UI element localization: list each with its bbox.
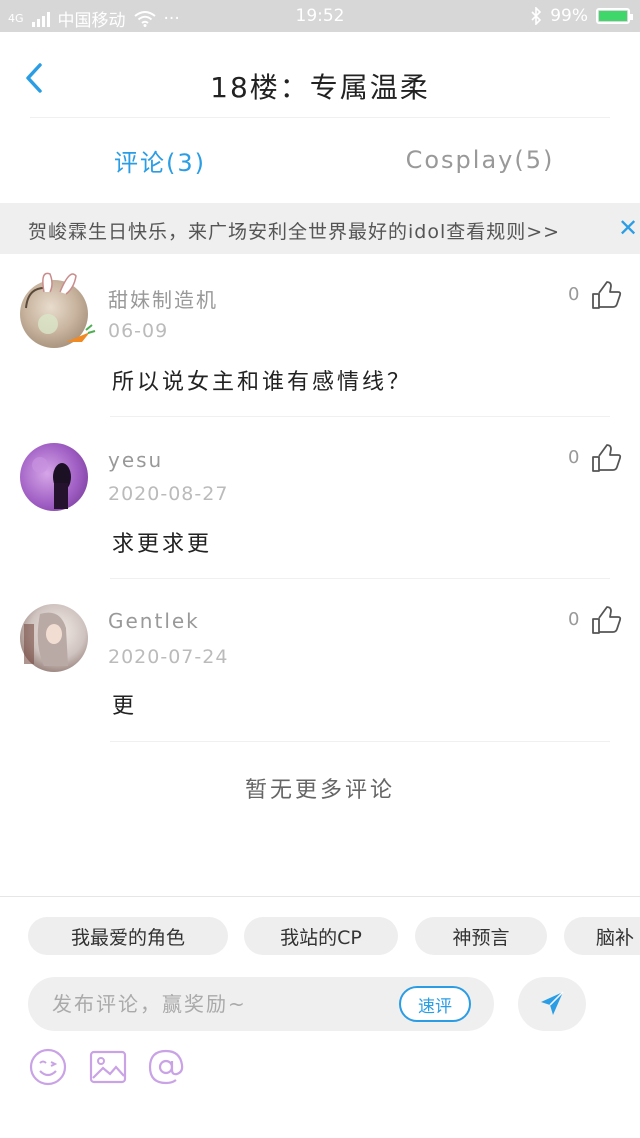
comment-body: 求更求更: [112, 532, 213, 557]
comment-item: Gentlek 2020-07-24 更 0: [0, 579, 640, 742]
battery-icon: [596, 8, 633, 24]
bluetooth-icon: [531, 7, 542, 25]
notice-text[interactable]: 贺峻霖生日快乐，来广场安利全世界最好的idol查看规则>>: [28, 217, 608, 244]
no-more-comments: 暂无更多评论: [244, 778, 395, 803]
comment-item: yesu 2020-08-27 求更求更 0: [0, 416, 640, 579]
thumbs-up-icon[interactable]: [590, 280, 622, 312]
like-count: 0: [568, 447, 580, 468]
comment-author[interactable]: 甜妹制造机: [108, 284, 218, 313]
topic-chip[interactable]: 我站的CP: [244, 917, 398, 955]
comment-date: 2020-08-27: [108, 483, 229, 505]
battery-percent: 99%: [550, 6, 588, 26]
topic-chip[interactable]: 神预言: [415, 917, 547, 955]
tab-cosplay[interactable]: Cosplay(5): [320, 118, 640, 202]
comment-body: 所以说女主和谁有感情线？: [112, 370, 413, 395]
avatar-figure: [24, 612, 68, 666]
avatar[interactable]: [20, 272, 96, 348]
comment-input[interactable]: [52, 977, 392, 1031]
avatar[interactable]: [20, 604, 88, 672]
like-count: 0: [568, 609, 580, 630]
page-header: 18楼：专属温柔: [0, 32, 640, 118]
like-count: 0: [568, 284, 580, 305]
close-icon[interactable]: ✕: [618, 214, 640, 242]
topic-chip[interactable]: 我最爱的角色: [28, 917, 228, 955]
comment-body: 更: [112, 694, 138, 719]
image-icon[interactable]: [88, 1047, 128, 1087]
avatar-figure: [32, 457, 71, 509]
topic-chip[interactable]: 脑补: [564, 917, 640, 955]
thumbs-up-icon[interactable]: [590, 605, 622, 637]
notice-banner[interactable]: 贺峻霖生日快乐，来广场安利全世界最好的idol查看规则>> ✕: [0, 203, 640, 254]
bunny-ears-decoration: [25, 272, 96, 342]
comment-divider: [110, 741, 610, 742]
avatar[interactable]: [20, 443, 88, 511]
comment-item: 甜妹制造机 06-09 所以说女主和谁有感情线？ 0: [0, 254, 640, 417]
comment-date: 2020-07-24: [108, 646, 229, 668]
at-icon[interactable]: [146, 1047, 186, 1087]
quick-review-button[interactable]: 速评: [399, 986, 471, 1022]
page-title: 18楼：专属温柔: [210, 71, 430, 104]
tab-comments[interactable]: 评论(3): [0, 118, 320, 202]
status-right: 99%: [530, 6, 633, 26]
comment-input-box: 速评: [28, 977, 494, 1031]
comment-date: 06-09: [108, 320, 169, 342]
battery-fill: [599, 11, 627, 21]
send-button[interactable]: [518, 977, 586, 1031]
tab-bar: 评论(3) Cosplay(5): [0, 118, 640, 202]
thumbs-up-icon[interactable]: [590, 443, 622, 475]
status-bar: 4G 中国移动 ··· 19:52 99%: [0, 0, 640, 32]
emoji-icon[interactable]: [28, 1047, 68, 1087]
comment-author[interactable]: yesu: [108, 448, 163, 472]
comment-author[interactable]: Gentlek: [108, 609, 200, 633]
comment-composer: 我最爱的角色 我站的CP 神预言 脑补 速评: [0, 896, 640, 1138]
send-icon: [541, 991, 564, 1015]
